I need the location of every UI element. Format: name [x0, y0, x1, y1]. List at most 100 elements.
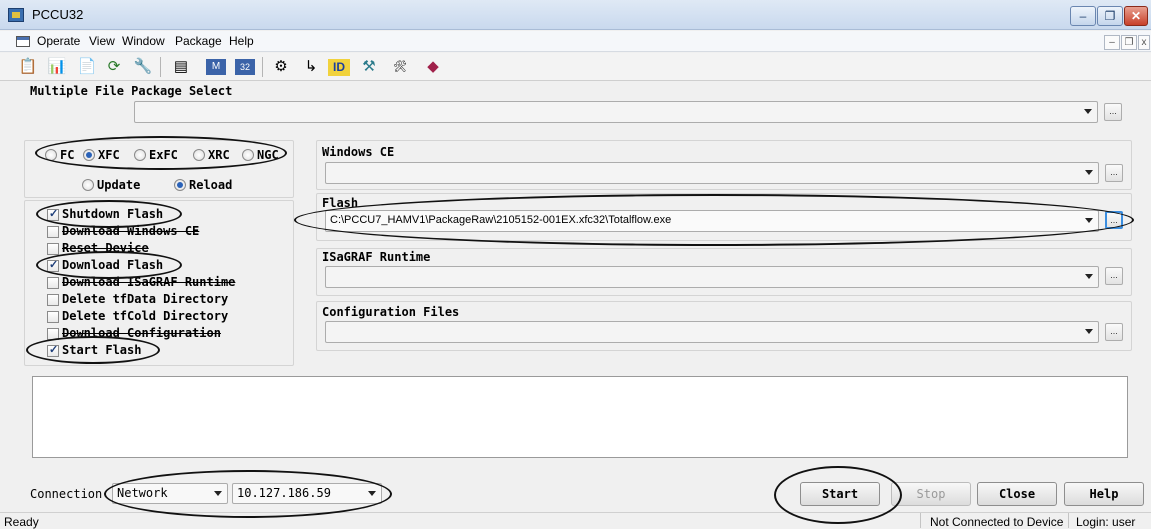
menu-help[interactable]: Help	[229, 34, 254, 48]
setup-icon[interactable]: 🛠	[389, 57, 411, 77]
config-browse-button[interactable]: ...	[1105, 323, 1123, 341]
close-button[interactable]: Close	[977, 482, 1057, 506]
task-label-shutdown-flash: Shutdown Flash	[62, 207, 164, 221]
tools-icon[interactable]: ⚒	[358, 57, 380, 77]
help-button[interactable]: Help	[1064, 482, 1144, 506]
log-output[interactable]	[32, 376, 1128, 458]
task-label-reset-device: Reset Device	[62, 241, 149, 255]
mb-registers-icon[interactable]: M	[206, 59, 226, 75]
task-label-download-isagraf-runtime: Download ISaGRAF Runtime	[62, 275, 236, 289]
task-label-start-flash: Start Flash	[62, 343, 142, 357]
task-label-delete-tfcold: Delete tfCold Directory	[62, 309, 229, 323]
task-label-download-configuration: Download Configuration	[62, 326, 221, 340]
status-separator	[1068, 513, 1069, 528]
document-icon[interactable]	[16, 36, 30, 47]
config-label: Configuration Files	[322, 305, 460, 319]
package-browse-button[interactable]: ...	[1104, 103, 1122, 121]
menu-operate[interactable]: Operate	[37, 34, 80, 48]
checkbox-download-configuration[interactable]	[47, 328, 59, 340]
mdi-minimize-button[interactable]: –	[1104, 35, 1120, 50]
connection-address-select[interactable]: 10.127.186.59	[232, 483, 382, 504]
config-combo[interactable]	[325, 321, 1099, 343]
menu-view[interactable]: View	[89, 34, 115, 48]
chevron-down-icon	[214, 491, 222, 496]
checkbox-shutdown-flash[interactable]	[47, 207, 59, 221]
toolbar-separator	[160, 57, 161, 77]
status-login: Login: user	[1076, 515, 1136, 529]
connection-type-select[interactable]: Network	[112, 483, 228, 504]
mdi-restore-button[interactable]: ❐	[1121, 35, 1137, 50]
radio-reload[interactable]	[174, 179, 186, 191]
calibrate-icon[interactable]: 📄	[76, 57, 98, 77]
package-select-label: Multiple File Package Select	[30, 84, 233, 98]
connection-label: Connection	[30, 487, 103, 501]
32bit-registers-icon[interactable]: 32	[235, 59, 255, 75]
radio-xrc[interactable]	[193, 149, 205, 161]
close-window-button[interactable]: ✕	[1124, 6, 1148, 26]
window-title: PCCU32	[32, 7, 84, 22]
checkbox-download-windows-ce[interactable]	[47, 226, 59, 238]
checkbox-download-isagraf-runtime[interactable]	[47, 277, 59, 289]
package-select-combo[interactable]	[134, 101, 1098, 123]
toolbar-separator	[262, 57, 263, 77]
title-bar	[0, 0, 1151, 30]
radio-exfc[interactable]	[134, 149, 146, 161]
export-icon[interactable]: ↳	[300, 57, 322, 77]
radio-update[interactable]	[82, 179, 94, 191]
checkbox-reset-device[interactable]	[47, 243, 59, 255]
status-device: Not Connected to Device	[930, 515, 1064, 529]
menu-window[interactable]: Window	[122, 34, 165, 48]
menu-bar	[0, 31, 1151, 52]
flash-label: Flash	[322, 196, 359, 210]
window-icon[interactable]: ▤	[170, 57, 192, 77]
menu-package[interactable]: Package	[175, 34, 222, 48]
status-separator	[920, 513, 921, 528]
stop-button[interactable]: Stop	[891, 482, 971, 506]
collect-icon[interactable]: 📊	[46, 57, 68, 77]
checkbox-delete-tfcold[interactable]	[47, 311, 59, 323]
isagraf-browse-button[interactable]: ...	[1105, 267, 1123, 285]
radio-exfc-label: ExFC	[149, 148, 178, 162]
radio-ngc-label: NGC	[257, 148, 279, 162]
radio-xrc-label: XRC	[208, 148, 230, 162]
radio-update-label: Update	[97, 178, 141, 192]
chevron-down-icon	[1084, 109, 1092, 114]
task-label-delete-tfdata: Delete tfData Directory	[62, 292, 229, 306]
entry-icon[interactable]: 📋	[17, 57, 39, 77]
radio-xfc-label: XFC	[98, 148, 120, 162]
chevron-down-icon	[368, 491, 376, 496]
mdi-close-button[interactable]: x	[1138, 35, 1150, 50]
flash-value: C:\PCCU7_HAMV1\PackageRaw\2105152-001EX.…	[330, 214, 672, 226]
chevron-down-icon	[1085, 218, 1093, 223]
status-ready: Ready	[4, 515, 39, 529]
isagraf-combo[interactable]	[325, 266, 1099, 288]
windows-ce-browse-button[interactable]: ...	[1105, 164, 1123, 182]
connection-type-value: Network	[117, 486, 168, 500]
radio-fc[interactable]	[45, 149, 57, 161]
checkbox-delete-tfdata[interactable]	[47, 294, 59, 306]
app-icon	[8, 8, 24, 22]
flash-combo[interactable]: C:\PCCU7_HAMV1\PackageRaw\2105152-001EX.…	[325, 210, 1099, 232]
task-label-download-flash: Download Flash	[62, 258, 164, 272]
restore-button[interactable]: ❐	[1097, 6, 1123, 26]
settings-icon[interactable]: ⚙	[270, 57, 292, 77]
checkbox-download-flash[interactable]	[47, 258, 59, 272]
connection-address-value: 10.127.186.59	[237, 486, 331, 500]
radio-xfc[interactable]	[83, 149, 95, 161]
task-label-download-windows-ce: Download Windows CE	[62, 224, 200, 238]
chevron-down-icon	[1085, 170, 1093, 175]
minimize-button[interactable]: –	[1070, 6, 1096, 26]
refresh-icon[interactable]: ⟳	[103, 57, 125, 77]
windows-ce-combo[interactable]	[325, 162, 1099, 184]
help-icon[interactable]: ◆	[422, 57, 444, 77]
checkbox-start-flash[interactable]	[47, 343, 59, 357]
flash-browse-button[interactable]: ...	[1105, 211, 1123, 229]
id-icon[interactable]: ID	[328, 59, 350, 76]
radio-fc-label: FC	[60, 148, 75, 162]
start-button[interactable]: Start	[800, 482, 880, 506]
isagraf-label: ISaGRAF Runtime	[322, 250, 431, 264]
radio-ngc[interactable]	[242, 149, 254, 161]
chevron-down-icon	[1085, 274, 1093, 279]
mb-icon[interactable]: 🔧	[132, 57, 154, 77]
chevron-down-icon	[1085, 329, 1093, 334]
